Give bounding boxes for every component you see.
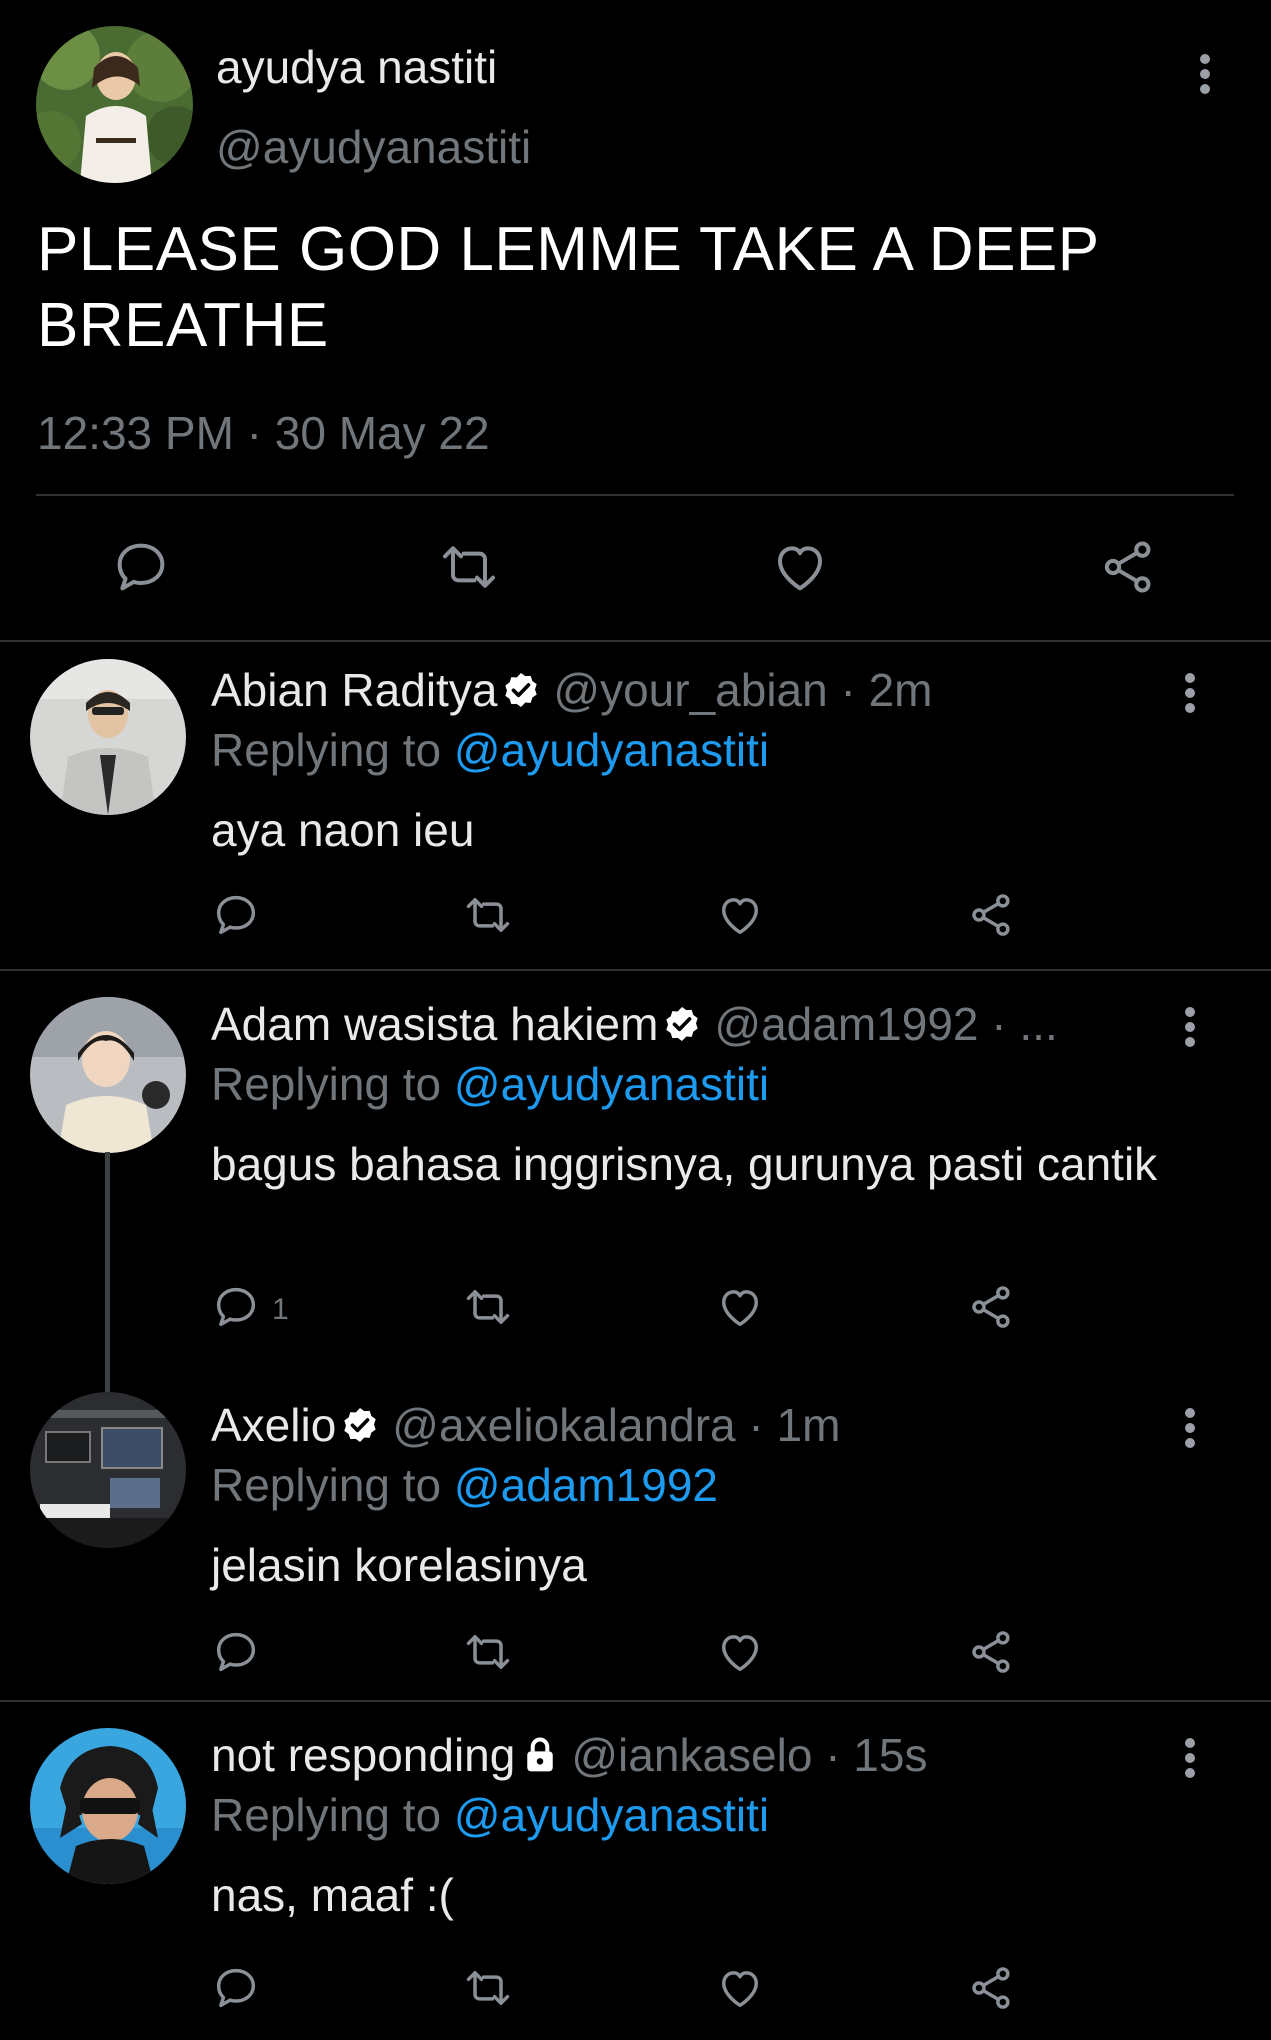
- more-icon[interactable]: [1175, 1736, 1205, 1780]
- avatar[interactable]: [30, 1728, 186, 1884]
- reply-actions: [0, 1962, 1271, 2018]
- avatar[interactable]: [30, 1392, 186, 1548]
- reply-text: nas, maaf :(: [211, 1869, 454, 1921]
- reply-actions: 1: [0, 1281, 1271, 1337]
- reply-header: Abian Raditya @your_abian · 2m: [211, 663, 933, 717]
- reply-tweet[interactable]: Abian Raditya @your_abian · 2m Replying …: [0, 643, 1271, 967]
- main-tweet: ayudya nastiti @ayudyanastiti PLEASE GOD…: [0, 0, 1271, 643]
- avatar[interactable]: [30, 659, 186, 815]
- reply-icon[interactable]: [109, 535, 173, 599]
- replying-to: Replying to @adam1992: [211, 1458, 718, 1512]
- author-handle[interactable]: @ayudyanastiti: [216, 120, 531, 174]
- retweet-icon[interactable]: [437, 535, 501, 599]
- reply-actions: [0, 889, 1271, 945]
- like-icon[interactable]: [714, 1281, 766, 1333]
- replying-prefix: Replying to: [211, 724, 454, 776]
- lock-icon: [521, 1735, 559, 1775]
- reply-header: Axelio @axeliokalandra · 1m: [211, 1398, 840, 1452]
- tweet-actions: [0, 535, 1271, 605]
- reply-handle-time[interactable]: @your_abian · 2m: [553, 663, 932, 717]
- like-icon[interactable]: [714, 1962, 766, 2014]
- divider: [0, 640, 1271, 642]
- more-icon[interactable]: [1190, 52, 1220, 96]
- replying-prefix: Replying to: [211, 1789, 454, 1841]
- reply-handle-time[interactable]: @adam1992 · ...: [714, 997, 1057, 1051]
- divider: [36, 494, 1234, 496]
- replying-to: Replying to @ayudyanastiti: [211, 723, 769, 777]
- reply-tweet[interactable]: Axelio @axeliokalandra · 1m Replying to …: [0, 1370, 1271, 1696]
- reply-count: 1: [272, 1293, 289, 1326]
- replying-to-link[interactable]: @ayudyanastiti: [454, 1058, 769, 1110]
- reply-handle-time[interactable]: @axeliokalandra · 1m: [392, 1398, 840, 1452]
- thread-line: [105, 1152, 110, 1392]
- verified-badge-icon: [662, 1004, 702, 1044]
- author-name[interactable]: ayudya nastiti: [216, 40, 497, 94]
- share-icon[interactable]: [966, 889, 1018, 941]
- reply-author-name[interactable]: Axelio: [211, 1398, 336, 1452]
- share-icon[interactable]: [966, 1281, 1018, 1333]
- more-icon[interactable]: [1175, 1005, 1205, 1049]
- replying-prefix: Replying to: [211, 1058, 454, 1110]
- more-icon[interactable]: [1175, 1406, 1205, 1450]
- tweet-text: PLEASE GOD LEMME TAKE A DEEP BREATHE: [37, 215, 1099, 360]
- retweet-icon[interactable]: [462, 1281, 514, 1333]
- reply-text: jelasin korelasinya: [211, 1539, 587, 1591]
- share-icon[interactable]: [966, 1626, 1018, 1678]
- reply-icon[interactable]: [210, 889, 262, 941]
- replying-to-link[interactable]: @ayudyanastiti: [454, 1789, 769, 1841]
- share-icon[interactable]: [1097, 535, 1161, 599]
- retweet-icon[interactable]: [462, 1962, 514, 2014]
- verified-badge-icon: [501, 670, 541, 710]
- tweet-timestamp: 12:33 PM · 30 May 22: [37, 407, 490, 459]
- reply-handle-time[interactable]: @iankaselo · 15s: [571, 1728, 927, 1782]
- share-icon[interactable]: [966, 1962, 1018, 2014]
- reply-icon[interactable]: [210, 1962, 262, 2014]
- like-icon[interactable]: [768, 535, 832, 599]
- reply-header: not responding @iankaselo · 15s: [211, 1728, 927, 1782]
- replying-to: Replying to @ayudyanastiti: [211, 1788, 769, 1842]
- like-icon[interactable]: [714, 889, 766, 941]
- replying-prefix: Replying to: [211, 1459, 454, 1511]
- reply-tweet[interactable]: Adam wasista hakiem @adam1992 · ... Repl…: [0, 971, 1271, 1351]
- reply-text: bagus bahasa inggrisnya, gurunya pasti c…: [211, 1138, 1158, 1190]
- reply-author-name[interactable]: Abian Raditya: [211, 663, 497, 717]
- reply-author-name[interactable]: not responding: [211, 1728, 515, 1782]
- reply-actions: [0, 1626, 1271, 1682]
- replying-to-link[interactable]: @adam1992: [454, 1459, 718, 1511]
- reply-tweet[interactable]: not responding @iankaselo · 15s Replying…: [0, 1702, 1271, 2040]
- retweet-icon[interactable]: [462, 1626, 514, 1678]
- avatar[interactable]: [36, 26, 193, 183]
- retweet-icon[interactable]: [462, 889, 514, 941]
- replying-to: Replying to @ayudyanastiti: [211, 1057, 769, 1111]
- verified-badge-icon: [340, 1405, 380, 1445]
- avatar[interactable]: [30, 997, 186, 1153]
- replying-to-link[interactable]: @ayudyanastiti: [454, 724, 769, 776]
- like-icon[interactable]: [714, 1626, 766, 1678]
- more-icon[interactable]: [1175, 671, 1205, 715]
- reply-header: Adam wasista hakiem @adam1992 · ...: [211, 997, 1058, 1051]
- reply-icon[interactable]: [210, 1626, 262, 1678]
- reply-icon[interactable]: [210, 1281, 262, 1333]
- reply-author-name[interactable]: Adam wasista hakiem: [211, 997, 658, 1051]
- reply-text: aya naon ieu: [211, 804, 475, 856]
